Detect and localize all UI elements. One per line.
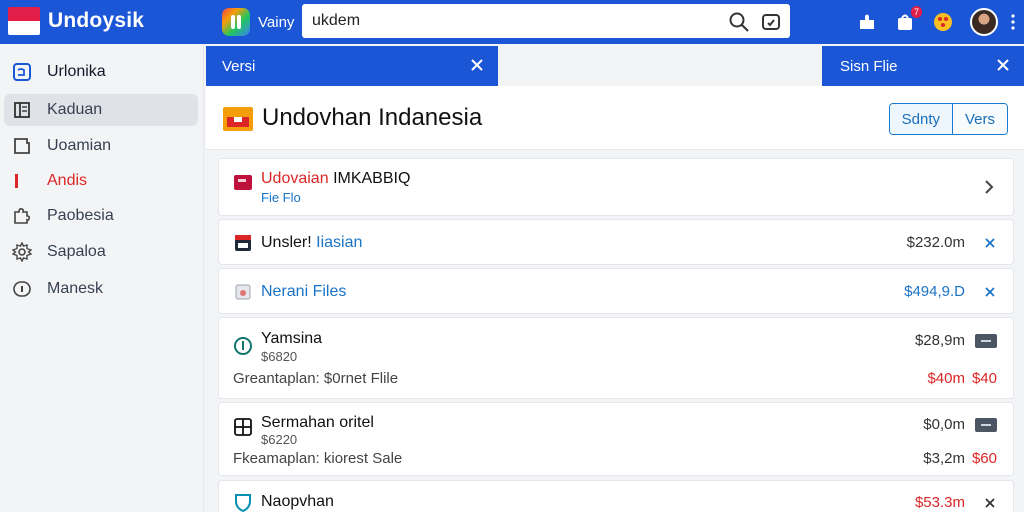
sidebar-item-paobesia[interactable]: Paobesia — [4, 200, 198, 232]
list-item[interactable]: Unsler! Iiasian $232.0m — [218, 219, 1014, 265]
history-icon[interactable] — [760, 11, 782, 33]
extensions-icon[interactable] — [856, 11, 878, 33]
flag-icon — [8, 7, 40, 35]
app-switcher[interactable]: Vainy — [222, 6, 294, 38]
more-vert-icon[interactable] — [1010, 11, 1016, 33]
item-title: Unsler! Iiasian — [261, 234, 363, 251]
tab-sisn-flie[interactable]: Sisn Flie — [822, 46, 1024, 86]
list-item[interactable]: Sermahan oritel $6220 Fkeamaplan: kiores… — [218, 402, 1014, 476]
notification-badge: 7 — [910, 6, 922, 18]
item-amount-secondary: $40m — [927, 370, 965, 387]
tab-label: Sisn Flie — [840, 57, 898, 75]
sidebar-item-urlonika[interactable]: Urlonika — [4, 56, 198, 88]
tab-strip-gap — [498, 46, 822, 86]
bar-icon — [15, 174, 18, 188]
sidebar-item-label: Paobesia — [47, 207, 114, 224]
item-title: Naopvhan — [261, 493, 334, 510]
sidebar-item-uoamian[interactable]: Uoamian — [4, 130, 198, 162]
search-icon[interactable] — [728, 11, 750, 33]
list-item[interactable]: Nerani Files $494,9.D — [218, 268, 1014, 314]
close-icon[interactable] — [994, 56, 1012, 74]
timer-icon — [234, 337, 252, 355]
printer-icon — [235, 235, 251, 251]
archive-icon — [235, 284, 251, 300]
page-title: Undovhan Indanesia — [262, 104, 483, 131]
folder-red-icon — [234, 175, 252, 190]
sidebar: Urlonika Kaduan Uoamian Andis Paobesia S… — [0, 44, 204, 512]
chevron-right-icon[interactable] — [983, 179, 995, 195]
sidebar-item-andis[interactable]: Andis — [4, 165, 198, 197]
sidebar-item-label: Urlonika — [47, 63, 106, 80]
puzzle-icon — [14, 208, 31, 224]
close-icon[interactable] — [983, 285, 997, 299]
tab-versi[interactable]: Versi — [206, 46, 498, 86]
item-subtitle: $6820 — [261, 349, 298, 364]
item-tag: $40 — [971, 370, 997, 387]
item-tag: $60 — [971, 450, 997, 467]
shield-icon — [235, 494, 251, 512]
close-icon[interactable] — [983, 236, 997, 250]
item-description: Fkeamaplan: kiorest Sale — [233, 450, 403, 467]
item-subtitle: Fie Flo — [261, 190, 301, 205]
item-amount: $53.3m — [914, 494, 965, 511]
item-title: Udovaian IMKABBIQ — [261, 170, 411, 187]
item-title: Sermahan oritel — [261, 414, 374, 431]
tag-icon[interactable] — [975, 334, 997, 348]
view-toggle: Sdnty Vers — [888, 103, 1008, 135]
page-header: Undovhan Indanesia Sdnty Vers — [206, 86, 1024, 150]
sidebar-item-label: Andis — [47, 172, 88, 189]
avatar[interactable] — [970, 8, 998, 36]
app-icon — [222, 8, 250, 36]
list-item[interactable]: Naopvhan $53.3m — [218, 480, 1014, 512]
sidebar-item-label: Uoamian — [47, 137, 112, 154]
gear-icon — [12, 242, 32, 262]
sidebar-item-label: Kaduan — [47, 101, 103, 118]
top-bar: Undoysik Vainy 7 — [0, 0, 1024, 44]
item-amount: $232.0m — [906, 234, 965, 251]
tag-icon[interactable] — [975, 418, 997, 432]
brand[interactable]: Undoysik — [8, 6, 144, 36]
folder-icon — [223, 107, 253, 131]
close-icon[interactable] — [983, 496, 997, 510]
list-item[interactable]: Yamsina $6820 Greantaplan: $0rnet Flile … — [218, 317, 1014, 399]
tab-label: Versi — [222, 57, 256, 75]
item-amount: $0,0m — [923, 416, 965, 433]
sidebar-item-label: Manesk — [47, 280, 104, 297]
vers-button[interactable]: Vers — [951, 104, 1007, 134]
search-bar — [302, 4, 790, 38]
list-item[interactable]: Udovaian IMKABBIQ Fie Flo — [218, 158, 1014, 216]
item-title: Yamsina — [261, 330, 323, 347]
info-icon — [13, 281, 31, 297]
sidebar-item-kaduan[interactable]: Kaduan — [4, 94, 198, 126]
sidebar-item-sapaloa[interactable]: Sapaloa — [4, 236, 198, 268]
sdnty-button[interactable]: Sdnty — [889, 104, 952, 134]
palette-icon[interactable] — [932, 11, 954, 33]
top-icons: 7 — [840, 6, 1016, 38]
item-amount: $494,9.D — [904, 283, 965, 300]
sidebar-item-manesk[interactable]: Manesk — [4, 273, 198, 305]
item-amount-secondary: $3,2m — [923, 450, 965, 467]
item-amount: $28,9m — [914, 332, 965, 349]
book-icon — [14, 102, 30, 118]
close-icon[interactable] — [468, 56, 486, 74]
notification-button[interactable]: 7 — [894, 6, 922, 33]
sidebar-item-label: Sapaloa — [47, 243, 106, 260]
app-label: Vainy — [258, 13, 295, 31]
search-input[interactable] — [312, 12, 712, 30]
item-subtitle: $6220 — [261, 432, 298, 447]
brand-name: Undoysik — [48, 9, 145, 32]
item-title: Nerani Files — [261, 283, 347, 300]
window-icon — [13, 63, 31, 81]
grid-icon — [234, 418, 252, 436]
item-description: Greantaplan: $0rnet Flile — [233, 370, 399, 387]
folder-icon — [14, 138, 30, 154]
